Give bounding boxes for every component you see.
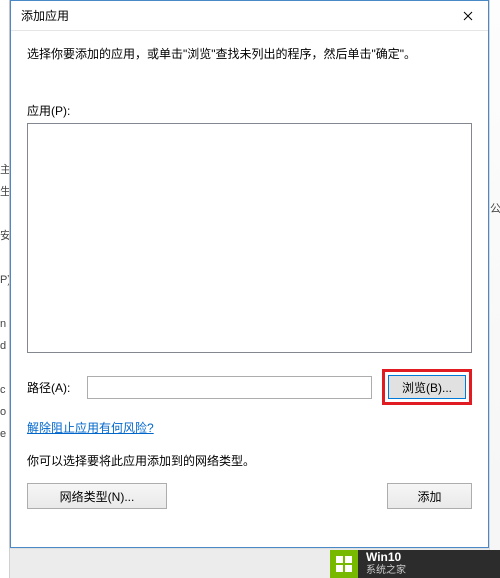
watermark-logo xyxy=(330,550,358,578)
titlebar: 添加应用 xyxy=(11,1,488,31)
network-type-instruction: 你可以选择要将此应用添加到的网络类型。 xyxy=(27,452,472,469)
browse-highlight-box: 浏览(B)... xyxy=(382,369,472,405)
watermark-text: Win10 系统之家 xyxy=(366,551,406,576)
dialog-content: 选择你要添加的应用，或单击"浏览"查找未列出的程序，然后单击"确定"。 应用(P… xyxy=(11,31,488,519)
watermark-line1: Win10 xyxy=(366,551,406,565)
dialog-title: 添加应用 xyxy=(21,7,448,24)
background-window-left-edge: 主 生 安 P) n d c o e xyxy=(0,0,10,578)
windows-icon xyxy=(336,556,352,572)
background-window-right-edge: 公 xyxy=(489,0,500,578)
path-row: 路径(A): 浏览(B)... xyxy=(27,369,472,405)
close-button[interactable] xyxy=(448,1,488,31)
watermark-line2: 系统之家 xyxy=(366,565,406,577)
path-label: 路径(A): xyxy=(27,379,77,396)
add-application-dialog: 添加应用 选择你要添加的应用，或单击"浏览"查找未列出的程序，然后单击"确定"。… xyxy=(10,0,489,548)
bottom-button-row: 网络类型(N)... 添加 xyxy=(27,483,472,509)
path-input[interactable] xyxy=(87,376,372,399)
network-type-button[interactable]: 网络类型(N)... xyxy=(27,483,167,509)
browse-button[interactable]: 浏览(B)... xyxy=(388,375,466,399)
add-button[interactable]: 添加 xyxy=(387,483,472,509)
watermark: Win10 系统之家 xyxy=(330,550,500,578)
instruction-text: 选择你要添加的应用，或单击"浏览"查找未列出的程序，然后单击"确定"。 xyxy=(27,45,472,64)
close-icon xyxy=(463,11,473,21)
risk-info-link[interactable]: 解除阻止应用有何风险? xyxy=(27,419,154,436)
application-listbox[interactable] xyxy=(27,123,472,353)
application-list-label: 应用(P): xyxy=(27,102,472,119)
